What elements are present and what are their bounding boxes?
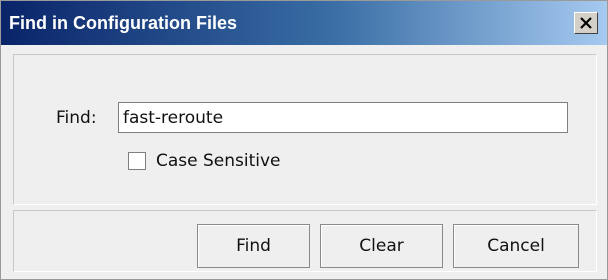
title-bar: Find in Configuration Files	[1, 1, 607, 45]
close-button[interactable]	[574, 12, 598, 34]
find-label: Find:	[56, 108, 97, 128]
cancel-button[interactable]: Cancel	[453, 224, 579, 268]
close-icon	[580, 17, 592, 29]
case-sensitive-label[interactable]: Case Sensitive	[156, 151, 281, 171]
dialog-title: Find in Configuration Files	[9, 13, 237, 33]
find-input[interactable]	[118, 102, 568, 133]
case-sensitive-checkbox[interactable]	[128, 152, 146, 170]
clear-button[interactable]: Clear	[320, 224, 443, 268]
find-button[interactable]: Find	[197, 224, 310, 268]
